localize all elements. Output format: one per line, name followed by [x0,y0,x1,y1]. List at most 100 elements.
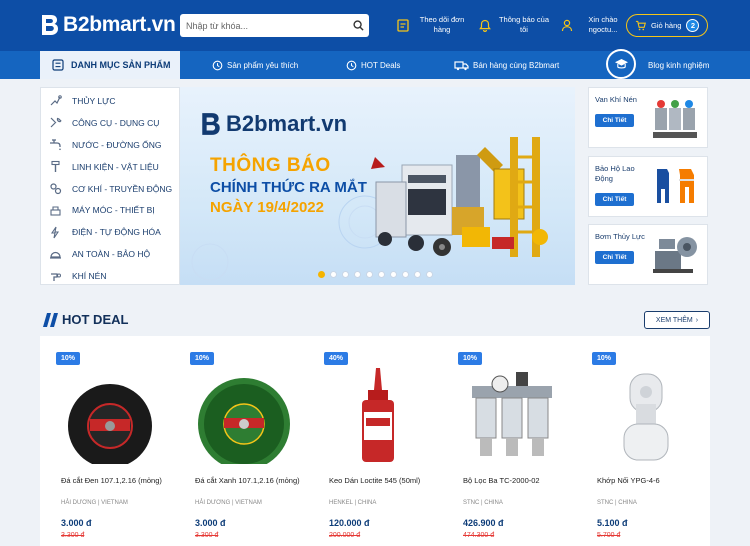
product-name[interactable]: Đá cắt Đen 107.1,2.16 (mỏng) [61,476,176,485]
order-tracking-icon [396,18,410,32]
product-origin: HENKEL | CHINA [329,500,377,506]
bell-icon [478,18,492,32]
carousel-dot[interactable] [354,271,361,278]
carousel-dot[interactable] [390,271,397,278]
search-icon[interactable] [347,15,369,37]
search-box [180,14,369,37]
account-link[interactable]: Xin chào ngoctu... [560,15,626,35]
nav-favorites-label: Sản phẩm yêu thích [227,60,299,70]
product-card[interactable]: 40% Keo Dán Loctite 545 (50ml) HENKEL | … [308,336,442,546]
category-item-machinery[interactable]: MÁY MÓC - THIẾT BỊ [41,199,179,221]
nav-sell-with-us[interactable]: Bán hàng cùng B2bmart [454,51,559,79]
nav-blog[interactable]: Blog kinh nghiệm [648,51,709,79]
carousel-dot[interactable] [330,271,337,278]
product-card[interactable]: 10% Đá cắt Đen 107.1,2.16 (mỏng) HẢI DƯƠ… [40,336,174,546]
carousel-dot[interactable] [426,271,433,278]
banner-logo-icon [202,113,220,135]
product-card[interactable]: 10% Bộ Lọc Ba TC-2000-02 STNC | CHINA 42… [442,336,576,546]
category-item-water-pipes[interactable]: NƯỚC - ĐƯỜNG ỐNG [41,134,179,156]
banner-logo: B2bmart.vn [200,111,347,137]
banner-subheadline: CHÍNH THỨC RA MẮT [210,179,367,196]
promo-card[interactable]: Bơm Thủy Lực Chi Tiết [588,224,708,285]
clock-icon [346,60,357,71]
category-item-label: MÁY MÓC - THIẾT BỊ [72,205,155,216]
carousel-dot[interactable] [378,271,385,278]
carousel-dot[interactable] [342,271,349,278]
product-origin: STNC | CHINA [463,500,503,506]
promo-detail-button[interactable]: Chi Tiết [595,193,634,206]
pneumatic-valve-image [653,100,697,138]
product-origin: STNC | CHINA [597,500,637,506]
promo-detail-button[interactable]: Chi Tiết [595,251,634,264]
banner-headline: THÔNG BÁO [210,155,331,176]
nav-hot-deals[interactable]: HOT Deals [346,51,400,79]
cart-count-badge: 2 [686,19,700,32]
carousel-dot[interactable] [318,271,325,278]
notifications-link[interactable]: Thông báo của tôi [478,15,550,35]
category-item-components[interactable]: LINH KIỆN - VẬT LIỆU [41,156,179,178]
category-item-hydraulic[interactable]: THỦY LỰC [41,90,179,112]
category-menu-toggle[interactable]: DANH MỤC SẢN PHẨM [40,51,180,79]
banner-date: NGÀY 19/4/2022 [210,199,324,216]
machine-icon [48,203,62,217]
category-item-electrical[interactable]: ĐIỆN - TỰ ĐỘNG HÓA [41,221,179,243]
order-tracking-link[interactable]: Theo dõi đơn hàng [396,15,468,35]
promo-detail-button[interactable]: Chi Tiết [595,114,634,127]
search-input[interactable] [180,14,347,37]
carousel-dot[interactable] [414,271,421,278]
product-name[interactable]: Đá cắt Xanh 107.1,2.16 (mỏng) [195,476,310,485]
product-old-price: 200.000 đ [329,532,361,539]
cart-button[interactable]: Giỏ hàng 2 [626,14,708,37]
main-nav: DANH MỤC SẢN PHẨM Sản phẩm yêu thích HOT… [0,49,750,79]
product-old-price: 3.300 đ [195,532,219,539]
nav-blog-label: Blog kinh nghiệm [648,60,710,70]
view-more-button[interactable]: XEM THÊM › [644,311,710,329]
nav-hot-deals-label: HOT Deals [361,60,401,70]
product-name[interactable]: Keo Dán Loctite 545 (50ml) [329,476,444,485]
carousel-dot[interactable] [366,271,373,278]
hydraulic-pump-image [653,237,697,273]
product-name[interactable]: Khớp Nối YPG-4-6 [597,476,712,485]
product-name[interactable]: Bộ Lọc Ba TC-2000-02 [463,476,578,485]
category-menu-label: DANH MỤC SẢN PHẨM [71,60,171,70]
graduation-cap-icon [606,49,636,79]
nav-favorites[interactable]: Sản phẩm yêu thích [212,51,298,79]
loctite-bottle-image [362,368,394,462]
safety-helmet-icon [48,247,62,261]
product-card[interactable]: 10% Khớp Nối YPG-4-6 STNC | CHINA 5.100 … [576,336,710,546]
nav-sell-label: Bán hàng cùng B2bmart [473,60,560,70]
gear-transmission-icon [48,182,62,196]
category-sidebar: THỦY LỰC CÔNG CỤ - DỤNG CỤ NƯỚC - ĐƯỜNG … [40,87,180,285]
automation-icon [48,225,62,239]
view-more-label: XEM THÊM [655,316,693,324]
promo-card[interactable]: Bảo Hộ Lao Động Chi Tiết [588,156,708,217]
promo-title: Bảo Hộ Lao Động [595,164,635,183]
hero-banner[interactable]: B2bmart.vn THÔNG BÁO CHÍNH THỨC RA MẮT N… [180,87,575,285]
category-item-tools[interactable]: CÔNG CỤ - DỤNG CỤ [41,112,179,134]
hot-deal-header: HOT DEAL XEM THÊM › [40,308,710,332]
cart-label: Giỏ hàng [651,21,682,30]
promo-card[interactable]: Van Khí Nén Chi Tiết [588,87,708,148]
category-item-mechanical[interactable]: CƠ KHÍ - TRUYỀN ĐỘNG [41,178,179,200]
product-card[interactable]: 10% Đá cắt Xanh 107.1,2.16 (mỏng) HẢI DƯ… [174,336,308,546]
truck-icon [454,60,469,71]
category-item-safety[interactable]: AN TOÀN - BẢO HỘ [41,243,179,265]
site-logo[interactable]: B2bmart.vn [40,13,176,37]
hot-deal-title: HOT DEAL [62,312,129,327]
product-price: 120.000 đ [329,518,370,528]
product-origin: HẢI DƯƠNG | VIETNAM [195,500,262,506]
green-cutting-disc-image [198,378,290,464]
tools-icon [48,116,62,130]
product-price: 5.100 đ [597,518,628,528]
order-tracking-label: Theo dõi đơn hàng [419,15,465,34]
black-cutting-disc-image [68,384,152,464]
product-old-price: 3.300 đ [61,532,85,539]
category-item-pneumatic[interactable]: KHÍ NÉN [41,265,179,287]
list-menu-icon [52,59,64,71]
workwear-image [657,169,694,203]
notifications-label: Thông báo của tôi [498,15,550,34]
cart-icon [635,20,646,31]
category-item-label: LINH KIỆN - VẬT LIỆU [72,161,159,172]
user-icon [560,18,574,32]
carousel-dot[interactable] [402,271,409,278]
